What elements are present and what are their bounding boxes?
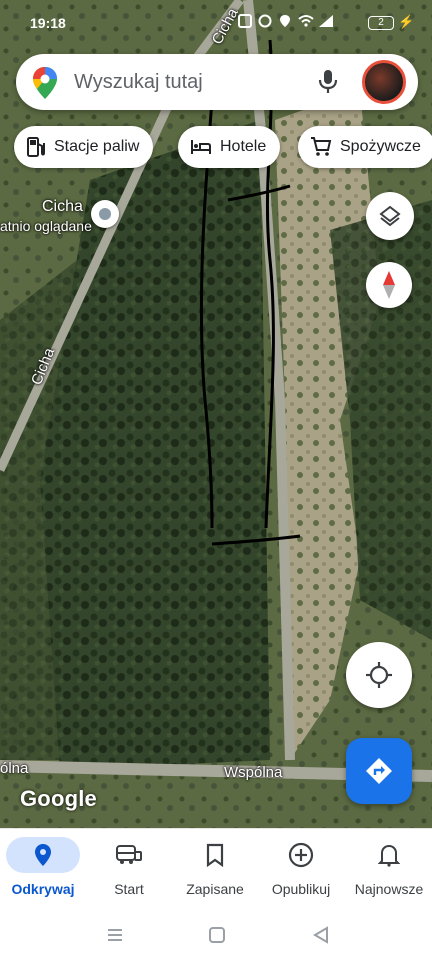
- bell-icon: [378, 844, 400, 867]
- chip-gas-stations[interactable]: Stacje paliw: [14, 126, 154, 168]
- bottom-navigation: Odkrywaj Start Zapisane Opublikuj Najnow…: [0, 828, 432, 912]
- layers-icon: [379, 205, 401, 227]
- directions-icon: [366, 758, 392, 784]
- my-location-button[interactable]: [346, 642, 412, 708]
- back-icon[interactable]: [312, 926, 330, 944]
- nav-label: Najnowsze: [354, 881, 424, 897]
- microphone-icon[interactable]: [316, 68, 340, 96]
- wifi-icon: [298, 14, 314, 28]
- nav-saved[interactable]: Zapisane: [172, 829, 258, 913]
- chip-label: Stacje paliw: [54, 138, 140, 155]
- place-name[interactable]: Cicha: [42, 198, 83, 216]
- layers-button[interactable]: [366, 192, 414, 240]
- chip-hotels[interactable]: Hotele: [178, 126, 281, 168]
- gas-station-icon: [27, 137, 45, 157]
- nav-contribute[interactable]: Opublikuj: [258, 829, 344, 913]
- signal-icon: [318, 14, 333, 28]
- avatar[interactable]: [362, 60, 406, 104]
- home-icon[interactable]: [208, 926, 226, 944]
- status-icons: [238, 14, 333, 28]
- car-icon: [116, 845, 142, 864]
- nav-label: Start: [114, 881, 144, 897]
- road-label-wspolna: Wspólna: [224, 764, 283, 781]
- compass-button[interactable]: [366, 262, 412, 308]
- location-pin-icon: [35, 844, 51, 866]
- maps-logo-icon: [33, 67, 57, 99]
- compass-icon: [383, 271, 395, 299]
- nav-start[interactable]: Start: [86, 829, 172, 913]
- system-navigation-bar: [0, 912, 432, 960]
- battery-icon: 2: [368, 16, 394, 30]
- nav-explore[interactable]: Odkrywaj: [0, 829, 86, 913]
- directions-button[interactable]: [346, 738, 412, 804]
- place-marker-icon[interactable]: [91, 200, 119, 228]
- nav-label: Zapisane: [186, 881, 244, 897]
- my-location-icon: [366, 662, 392, 688]
- location-icon: [278, 14, 292, 28]
- status-time: 19:18: [30, 15, 66, 31]
- search-bar[interactable]: Wyszukaj tutaj: [16, 54, 418, 110]
- bed-icon: [191, 140, 211, 154]
- recent-apps-icon[interactable]: [106, 926, 124, 944]
- shopping-cart-icon: [311, 137, 332, 156]
- add-circle-icon: [288, 842, 314, 868]
- chip-label: Hotele: [220, 138, 267, 155]
- alarm-icon: [258, 14, 272, 28]
- bookmark-icon: [206, 843, 224, 867]
- chip-label: Spożywcze: [340, 138, 421, 155]
- nav-label: Opublikuj: [271, 881, 331, 897]
- chip-groceries[interactable]: Spożywcze: [298, 126, 432, 168]
- nav-label: Odkrywaj: [11, 881, 75, 897]
- nav-updates[interactable]: Najnowsze: [346, 829, 432, 913]
- charging-icon: ⚡: [398, 14, 415, 29]
- search-input[interactable]: Wyszukaj tutaj: [74, 71, 203, 94]
- google-attribution: Google: [20, 786, 97, 811]
- road-label-wspolna-left: ólna: [0, 760, 29, 777]
- place-subtitle: atnio oglądane: [0, 218, 92, 234]
